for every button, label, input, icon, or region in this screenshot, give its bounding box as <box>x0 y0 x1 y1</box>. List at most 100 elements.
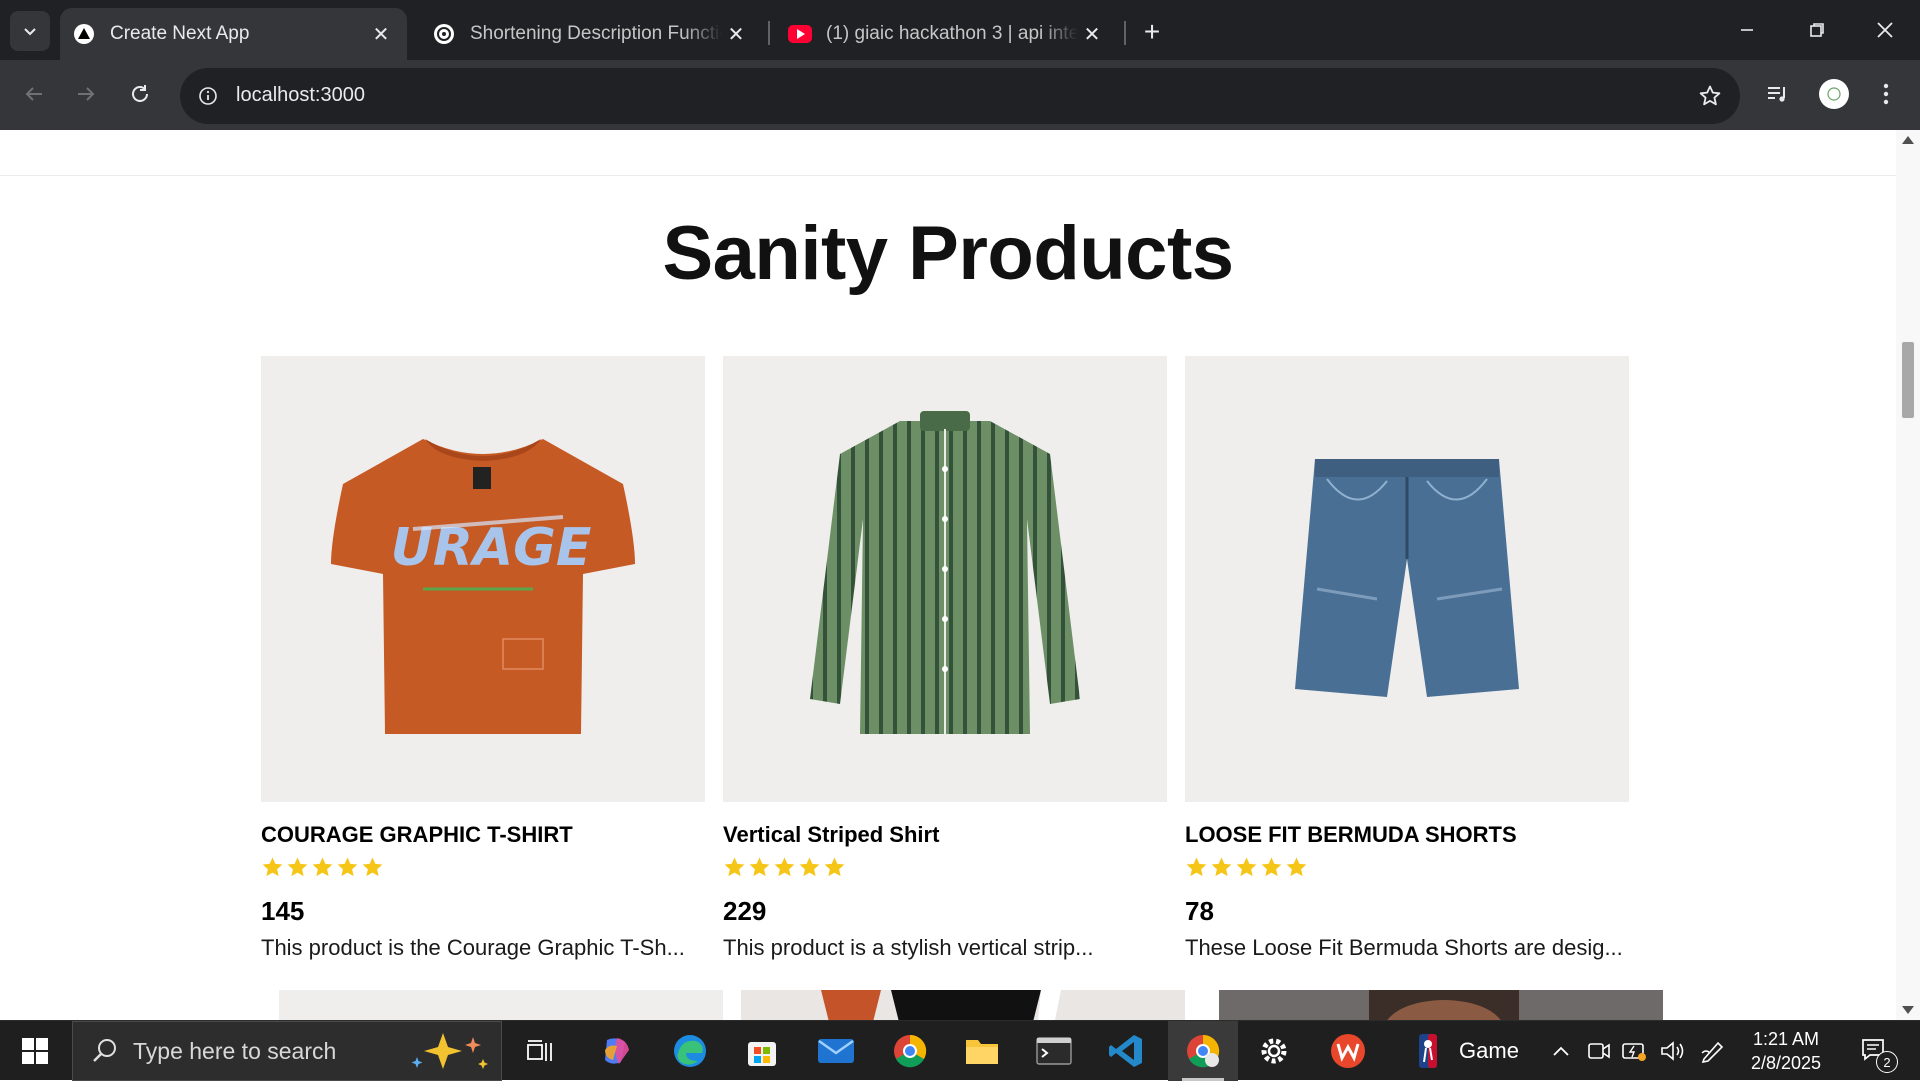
close-icon <box>1877 22 1893 38</box>
tab-separator <box>1124 21 1126 45</box>
close-icon[interactable]: ✕ <box>367 20 395 48</box>
task-view-button[interactable] <box>516 1021 564 1081</box>
product-card-partial[interactable] <box>1219 990 1663 1020</box>
nba-icon <box>1419 1034 1437 1068</box>
volume-button[interactable] <box>1656 1021 1690 1081</box>
reload-icon <box>132 85 148 102</box>
back-button[interactable] <box>14 74 54 114</box>
clock-date: 2/8/2025 <box>1750 1053 1822 1073</box>
speaker-icon <box>1661 1041 1684 1061</box>
tab-shortening-description[interactable]: Shortening Description Function ✕ <box>420 8 762 60</box>
tab-youtube-hackathon[interactable]: (1) giaic hackathon 3 | api integ ✕ <box>776 8 1118 60</box>
product-description: This product is the Courage Graphic T-Sh… <box>261 935 685 960</box>
search-placeholder: Type here to search <box>133 1037 337 1064</box>
windows-logo-icon <box>22 1038 48 1064</box>
tab-create-next-app[interactable]: Create Next App ✕ <box>60 8 407 60</box>
chrome-button[interactable] <box>886 1021 934 1081</box>
power-button[interactable] <box>1618 1021 1652 1081</box>
close-icon[interactable]: ✕ <box>722 20 750 48</box>
clock[interactable]: 1:21 AM 2/8/2025 <box>1736 1021 1836 1081</box>
vscode-button[interactable] <box>1102 1021 1150 1081</box>
star-icon <box>362 857 383 877</box>
chrome-icon <box>894 1034 927 1068</box>
profile-button[interactable] <box>1814 74 1854 114</box>
product-image[interactable]: URAGE <box>261 356 705 802</box>
search-icon <box>93 1039 116 1062</box>
wps-office-button[interactable] <box>1322 1021 1374 1081</box>
show-hidden-icons-button[interactable] <box>1546 1021 1576 1081</box>
menu-button[interactable] <box>1866 74 1906 114</box>
chrome-active-button[interactable] <box>1168 1021 1238 1081</box>
tab-title: Create Next App <box>110 23 250 44</box>
media-controls-button[interactable] <box>1758 74 1798 114</box>
folder-icon <box>966 1040 998 1064</box>
search-highlight-icon <box>411 1033 488 1069</box>
notification-badge: 2 <box>1876 1051 1898 1073</box>
striped-shirt-image <box>810 411 1080 734</box>
terminal-button[interactable] <box>1030 1021 1078 1081</box>
task-view-icon <box>527 1040 552 1061</box>
forward-button[interactable] <box>66 74 106 114</box>
product-price: 78 <box>1185 896 1214 926</box>
product-card[interactable]: Vertical Striped Shirt 229 This product … <box>723 356 1167 961</box>
chatgpt-favicon-icon <box>432 22 456 46</box>
pen-workspace-button[interactable] <box>1696 1021 1730 1081</box>
game-widget[interactable]: Game <box>1454 1021 1524 1081</box>
scroll-thumb[interactable] <box>1902 342 1914 418</box>
minimize-icon <box>1741 29 1753 31</box>
copilot-button[interactable] <box>592 1021 640 1081</box>
start-button[interactable] <box>0 1021 70 1081</box>
page-scrollbar[interactable] <box>1896 130 1920 1020</box>
star-icon <box>1261 857 1282 877</box>
star-icon <box>1186 857 1207 877</box>
mail-button[interactable] <box>812 1021 860 1081</box>
scroll-up-arrow-icon[interactable] <box>1902 136 1914 144</box>
product-name[interactable]: LOOSE FIT BERMUDA SHORTS <box>1185 822 1629 848</box>
clock-time: 1:21 AM <box>1752 1029 1820 1049</box>
bookmark-star-icon[interactable] <box>1696 82 1724 110</box>
tab-search-button[interactable] <box>10 11 50 51</box>
product-image <box>1369 990 1519 1020</box>
pen-icon <box>1701 1041 1724 1063</box>
battery-charging-icon <box>1622 1043 1646 1061</box>
edge-button[interactable] <box>666 1021 714 1081</box>
product-description: This product is a stylish vertical strip… <box>723 935 1094 960</box>
nba-widget-icon[interactable] <box>1404 1021 1452 1081</box>
restore-button[interactable] <box>1782 0 1852 60</box>
product-card[interactable]: URAGE COURAGE GRAPHIC T-SHIRT 145 This p… <box>261 356 705 961</box>
product-card[interactable]: LOOSE FIT BERMUDA SHORTS 78 These Loose … <box>1185 356 1629 961</box>
site-info-icon[interactable] <box>194 82 222 110</box>
product-name[interactable]: COURAGE GRAPHIC T-SHIRT <box>261 822 705 848</box>
browser-toolbar: localhost:3000 <box>0 60 1920 130</box>
windows-taskbar: Type here to search Game 1:21 AM 2/8/202… <box>0 1020 1920 1081</box>
product-card-partial[interactable] <box>741 990 1185 1020</box>
tab-title: (1) giaic hackathon 3 | api integ <box>826 23 1078 44</box>
arrow-left-icon <box>25 87 42 101</box>
terminal-icon <box>1036 1037 1072 1065</box>
close-window-button[interactable] <box>1850 0 1920 60</box>
new-tab-button[interactable]: + <box>1134 14 1170 50</box>
star-icon <box>262 857 283 877</box>
taskbar-search-box[interactable]: Type here to search <box>72 1021 502 1081</box>
nextjs-favicon-icon <box>72 22 96 46</box>
file-explorer-button[interactable] <box>958 1021 1006 1081</box>
store-icon <box>748 1042 776 1066</box>
chrome-icon <box>1187 1034 1220 1068</box>
rating-stars <box>723 856 1167 880</box>
meet-now-button[interactable] <box>1584 1021 1614 1081</box>
star-icon <box>799 857 820 877</box>
reload-button[interactable] <box>120 74 160 114</box>
edge-icon <box>674 1035 706 1067</box>
address-bar[interactable]: localhost:3000 <box>180 68 1740 124</box>
product-card-partial[interactable] <box>279 990 723 1020</box>
microsoft-store-button[interactable] <box>738 1021 786 1081</box>
settings-button[interactable] <box>1248 1021 1300 1081</box>
minimize-button[interactable] <box>1712 0 1782 60</box>
product-image[interactable] <box>1185 356 1629 802</box>
scroll-down-arrow-icon[interactable] <box>1902 1006 1914 1014</box>
game-label: Game <box>1459 1038 1519 1063</box>
product-name[interactable]: Vertical Striped Shirt <box>723 822 1167 848</box>
notification-center-button[interactable]: 2 <box>1850 1021 1900 1081</box>
product-image[interactable] <box>723 356 1167 802</box>
close-icon[interactable]: ✕ <box>1078 20 1106 48</box>
